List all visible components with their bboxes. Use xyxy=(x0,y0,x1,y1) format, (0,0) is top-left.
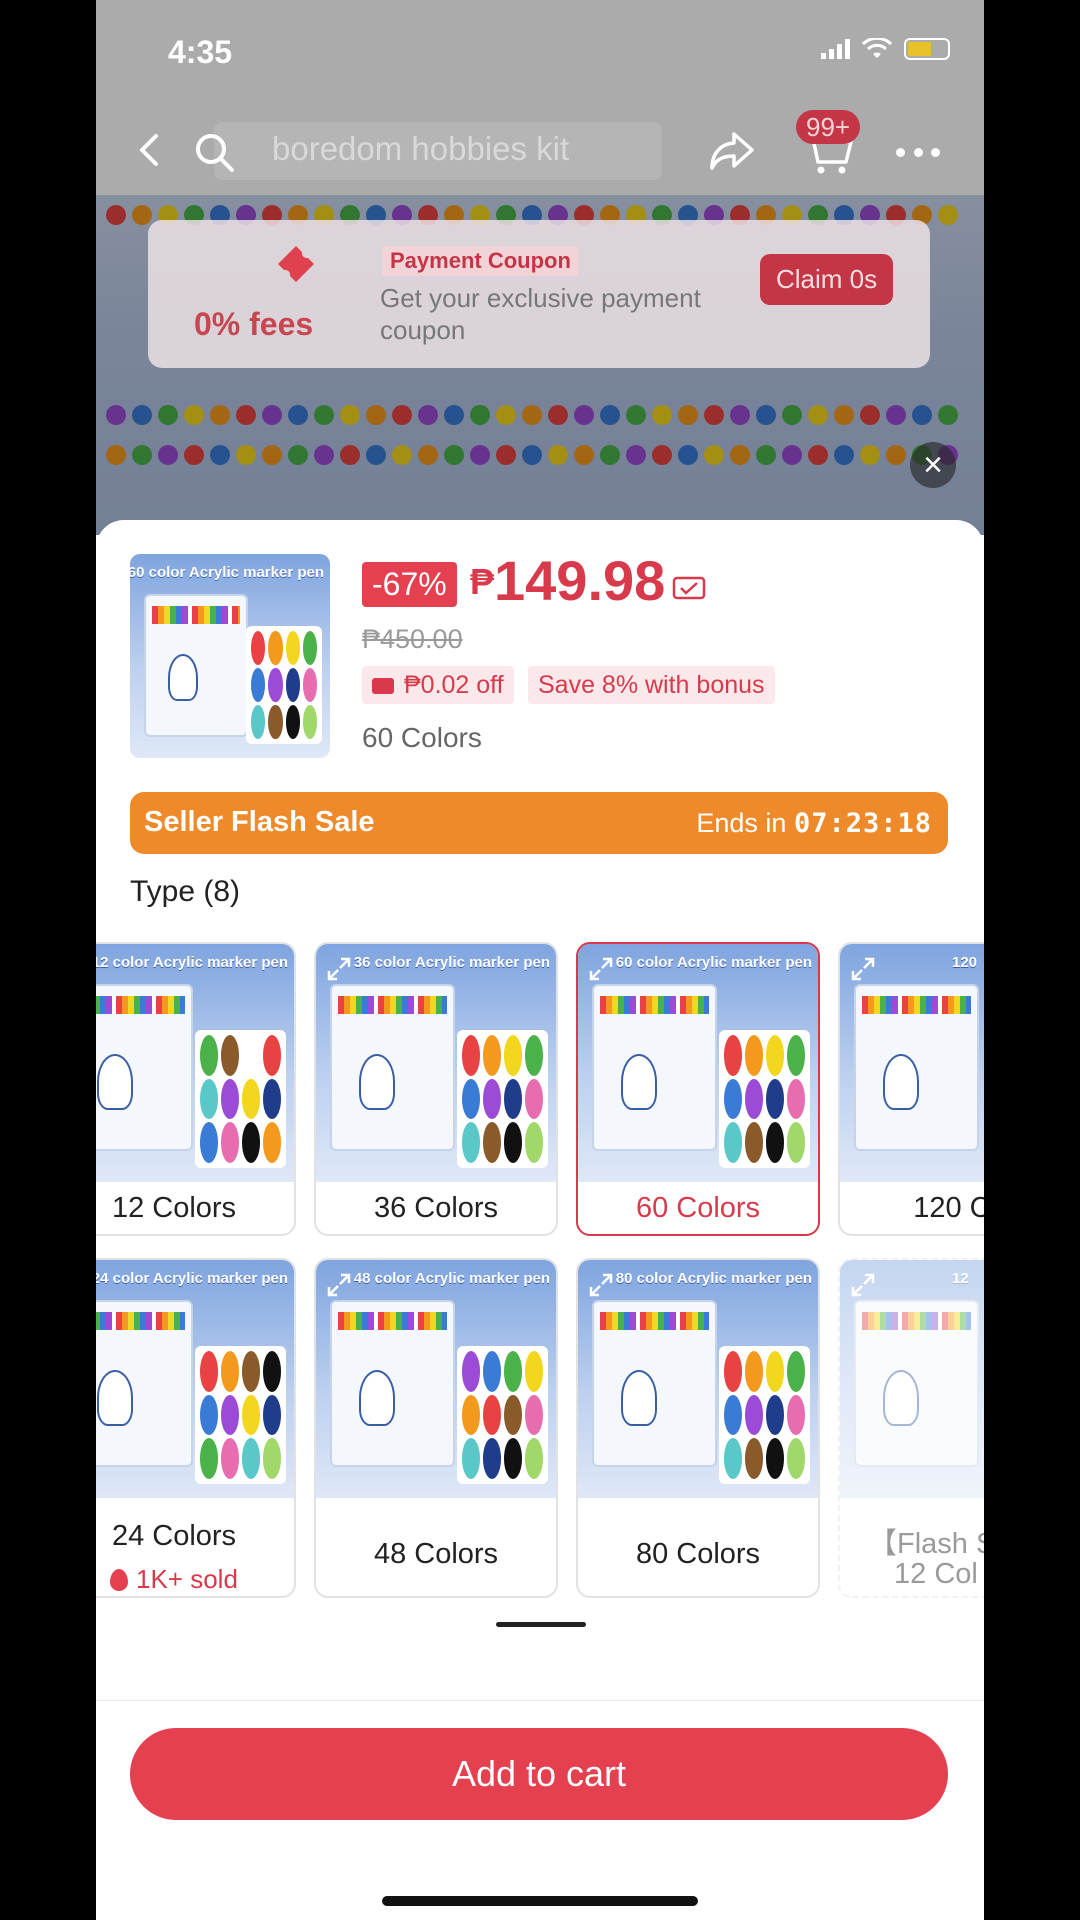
expand-icon[interactable] xyxy=(850,956,876,982)
variant-image: 36 color Acrylic marker pen xyxy=(316,944,556,1182)
discount-badge: -67% xyxy=(362,562,457,607)
variant-package-label: 48 color Acrylic marker pen xyxy=(353,1270,550,1287)
voucher-text: ₱0.02 off xyxy=(404,671,504,699)
variant-label: 36 Colors xyxy=(373,1192,499,1224)
variant-image: 80 color Acrylic marker pen xyxy=(578,1260,818,1498)
variant-label: 24 Colors xyxy=(111,1520,237,1552)
price-tag-icon xyxy=(672,576,706,600)
coupon-description: Get your exclusive payment coupon xyxy=(380,283,701,345)
variant-label: 【Flash S xyxy=(868,1528,984,1560)
variant-image: 48 color Acrylic marker pen xyxy=(316,1260,556,1498)
search-icon[interactable] xyxy=(192,130,236,174)
variant-image: 24 color Acrylic marker pen xyxy=(96,1260,294,1498)
selected-variant: 60 Colors xyxy=(362,722,482,753)
variant-tile[interactable]: 120 120 Co xyxy=(838,942,984,1236)
status-icons xyxy=(821,38,950,60)
type-heading: Type (8) xyxy=(130,875,241,908)
expand-icon[interactable] xyxy=(588,956,614,982)
color-card-art xyxy=(246,625,322,744)
voucher-icon xyxy=(372,678,394,694)
fire-icon xyxy=(110,1569,128,1591)
home-indicator[interactable] xyxy=(382,1896,698,1906)
add-to-cart-button[interactable]: Add to cart xyxy=(130,1728,948,1820)
variant-image: 60 color Acrylic marker pen xyxy=(578,944,818,1182)
cellular-signal-icon xyxy=(821,39,850,59)
variant-package-label: 12 xyxy=(952,1270,969,1287)
flash-sale-countdown: Ends in 07:23:18 xyxy=(696,808,932,839)
variant-tile[interactable]: 36 color Acrylic marker pen 36 Colors xyxy=(314,942,558,1236)
wifi-icon xyxy=(862,38,892,58)
variant-package-label: 36 color Acrylic marker pen xyxy=(353,954,550,971)
currency-symbol: ₱ xyxy=(470,561,495,602)
variant-tile-selected[interactable]: 60 color Acrylic marker pen 60 Colors xyxy=(576,942,820,1236)
variant-tile[interactable]: 12 color Acrylic marker pen 12 Colors xyxy=(96,942,296,1236)
more-icon[interactable] xyxy=(896,148,940,158)
variant-label: 12 Colors xyxy=(111,1192,237,1224)
countdown-timer: 07:23:18 xyxy=(793,808,932,839)
marker-box-art xyxy=(144,594,248,737)
variant-package-label: 80 color Acrylic marker pen xyxy=(615,1270,812,1287)
original-price: ₱450.00 xyxy=(362,624,463,654)
variant-tile[interactable]: 80 color Acrylic marker pen 80 Colors xyxy=(576,1258,820,1598)
flash-sale-bar: Seller Flash Sale Ends in 07:23:18 xyxy=(130,792,948,854)
variant-selector-sheet: 60 color Acrylic marker pen -67% ₱149.98… xyxy=(96,520,984,1920)
variant-image: 12 color Acrylic marker pen xyxy=(96,944,294,1182)
variant-image: 120 xyxy=(840,944,984,1182)
variant-label: 120 Co xyxy=(913,1192,984,1224)
search-text[interactable]: boredom hobbies kit xyxy=(272,130,569,168)
variant-package-label: 12 color Acrylic marker pen xyxy=(96,954,288,971)
variant-label-line2: 12 Col xyxy=(894,1558,978,1590)
battery-icon xyxy=(904,38,950,60)
top-nav: boredom hobbies kit 99+ xyxy=(96,110,984,190)
thumbnail-package-label: 60 color Acrylic marker pen xyxy=(130,564,324,581)
sold-text: 1K+ sold xyxy=(136,1564,238,1594)
status-time: 4:35 xyxy=(168,34,233,70)
expand-icon[interactable] xyxy=(326,1272,352,1298)
variant-tile[interactable]: 48 color Acrylic marker pen 48 Colors xyxy=(314,1258,558,1598)
ticket-icon xyxy=(278,246,314,282)
voucher-chip: ₱0.02 off xyxy=(362,666,514,704)
horizontal-scroll-indicator xyxy=(496,1622,586,1627)
expand-icon[interactable] xyxy=(326,956,352,982)
expand-icon[interactable] xyxy=(588,1272,614,1298)
payment-coupon-banner: 0% fees Payment Coupon Get your exclusiv… xyxy=(148,220,930,368)
close-icon[interactable]: × xyxy=(910,442,956,488)
variant-image: 12 xyxy=(840,1260,984,1498)
coupon-tag: Payment Coupon xyxy=(382,246,579,276)
back-icon[interactable] xyxy=(126,126,174,174)
divider xyxy=(96,1700,984,1701)
variant-label: 80 Colors xyxy=(635,1538,761,1570)
status-bar: 4:35 xyxy=(96,0,984,100)
variant-label: 60 Colors xyxy=(635,1192,761,1224)
expand-icon[interactable] xyxy=(850,1272,876,1298)
claim-coupon-button[interactable]: Claim 0s xyxy=(760,254,894,305)
variant-package-label: 24 color Acrylic marker pen xyxy=(96,1270,288,1287)
sold-count: 1K+ sold xyxy=(110,1564,238,1595)
ends-label: Ends in xyxy=(696,808,787,838)
share-icon[interactable] xyxy=(706,126,758,174)
current-price: ₱149.98 xyxy=(470,548,665,613)
variant-tile[interactable]: 24 color Acrylic marker pen 24 Colors 1K… xyxy=(96,1258,296,1598)
coupon-fees: 0% fees xyxy=(194,306,314,342)
phone-screen: 4:35 boredom hobbies kit 99+ 0% fees Pay… xyxy=(96,0,984,1920)
variant-package-label: 60 color Acrylic marker pen xyxy=(615,954,812,971)
product-thumbnail[interactable]: 60 color Acrylic marker pen xyxy=(130,554,330,758)
variant-label: 48 Colors xyxy=(373,1538,499,1570)
bonus-chip: Save 8% with bonus xyxy=(528,666,775,704)
variant-package-label: 120 xyxy=(952,954,978,971)
flash-sale-title: Seller Flash Sale xyxy=(144,806,375,838)
cart-badge: 99+ xyxy=(796,110,861,144)
variant-tile-unavailable[interactable]: 12 【Flash S 12 Col xyxy=(838,1258,984,1598)
price-value: 149.98 xyxy=(494,549,666,612)
